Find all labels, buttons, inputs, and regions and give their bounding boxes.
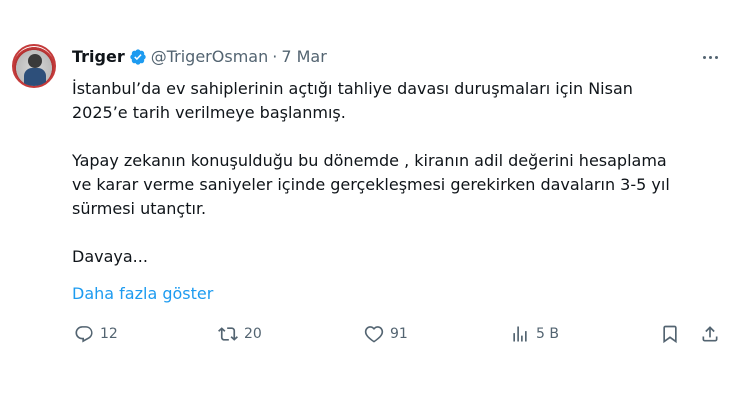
repost-count: 20	[244, 326, 262, 342]
reply-count: 12	[100, 326, 118, 342]
tweet-line: sürmesi utançtır.	[72, 199, 207, 218]
like-count: 91	[390, 326, 408, 342]
repost-button[interactable]: 20	[218, 322, 262, 346]
tweet-line: ve karar verme saniyeler içinde gerçekle…	[72, 175, 670, 194]
views-count: 5 B	[536, 326, 559, 342]
reply-button[interactable]: 12	[74, 322, 118, 346]
author-name[interactable]: Triger	[72, 47, 125, 67]
action-bar: 12 20 91 5 B	[66, 322, 722, 346]
share-button[interactable]	[700, 322, 720, 346]
tweet-date[interactable]: 7 Mar	[281, 47, 326, 67]
tweet-line: Yapay zekanın konuşulduğu bu dönemde , k…	[72, 151, 667, 170]
views-icon	[513, 326, 527, 342]
tweet-line: Davaya...	[72, 247, 148, 266]
tweet-line: 2025’e tarih verilmeye başlanmış.	[72, 103, 346, 122]
like-icon	[364, 326, 384, 343]
share-icon	[702, 326, 718, 342]
verified-badge-icon[interactable]	[129, 48, 147, 66]
tweet[interactable]: Triger @TrigerOsman · 7 Mar İstanbul’da …	[0, 0, 730, 420]
bookmark-button[interactable]	[660, 322, 680, 346]
avatar-body	[24, 68, 46, 86]
bookmark-icon	[663, 325, 677, 344]
show-more-link[interactable]: Daha fazla göster	[72, 283, 213, 305]
header-separator: ·	[272, 47, 278, 66]
views-button[interactable]: 5 B	[510, 322, 559, 346]
repost-icon	[218, 327, 238, 341]
reply-icon	[75, 326, 93, 343]
tweet-text: İstanbul’da ev sahiplerinin açtığı tahli…	[72, 77, 712, 269]
tweet-header: Triger @TrigerOsman · 7 Mar	[72, 47, 327, 67]
avatar-head	[28, 54, 42, 68]
avatar[interactable]	[12, 44, 56, 88]
author-handle[interactable]: @TrigerOsman	[151, 47, 268, 67]
tweet-line: İstanbul’da ev sahiplerinin açtığı tahli…	[72, 79, 633, 98]
like-button[interactable]: 91	[364, 322, 408, 346]
more-icon[interactable]	[700, 48, 720, 66]
